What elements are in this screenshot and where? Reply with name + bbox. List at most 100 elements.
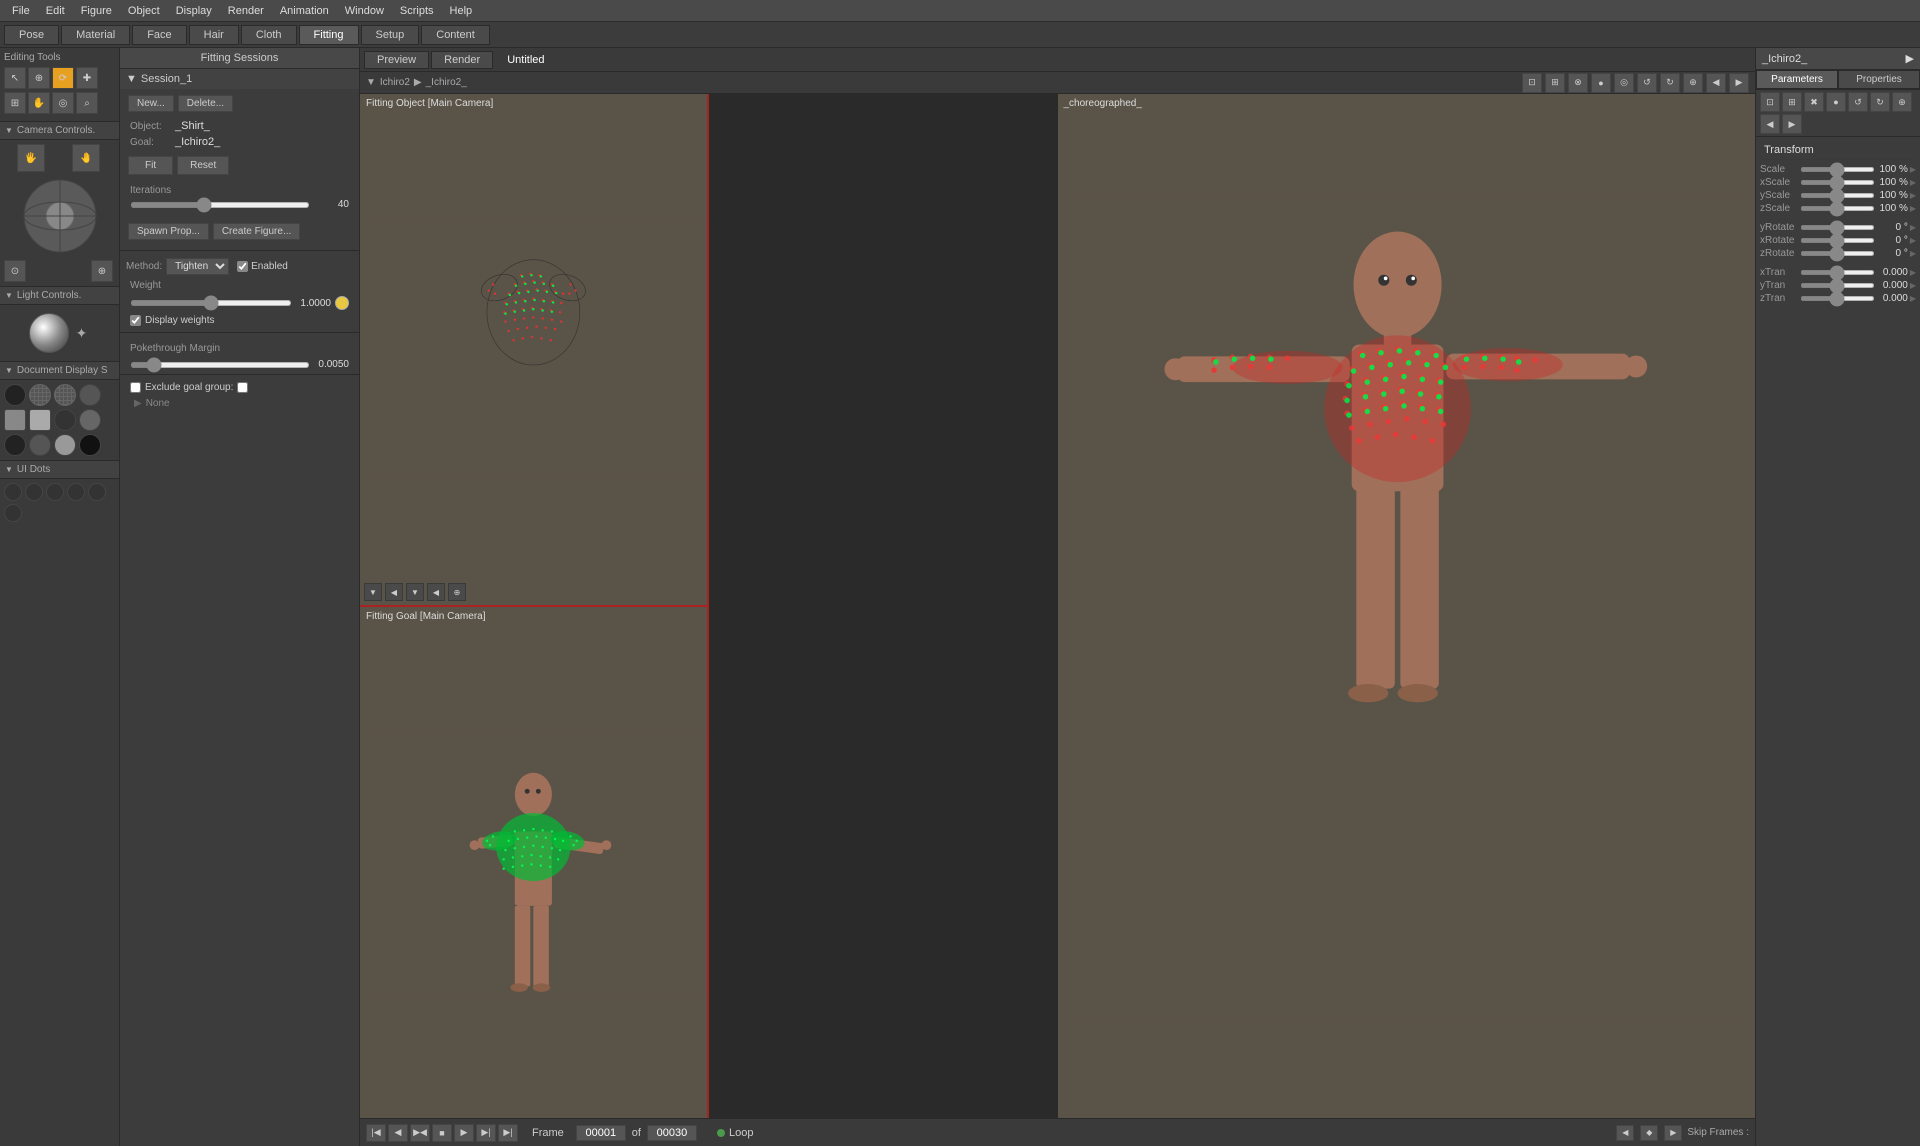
breadcrumb-ichiro2-2[interactable]: _Ichiro2_ [426,77,467,88]
viewport-tab-render[interactable]: Render [431,51,493,69]
method-select[interactable]: Tighten [166,258,229,275]
tab-pose[interactable]: Pose [4,25,59,45]
prop-zscale-arrow[interactable]: ▶ [1910,204,1916,213]
prop-zrotate-arrow[interactable]: ▶ [1910,249,1916,258]
vp-icon-1[interactable]: ▼ [364,583,382,601]
camera-zoom[interactable]: ⊕ [91,260,113,282]
enabled-checkbox[interactable] [237,261,248,272]
prop-yscale-slider[interactable] [1800,193,1875,198]
tool-rotate[interactable]: ⟳ [52,67,74,89]
vp-tool-8[interactable]: ⊕ [1683,73,1703,93]
viewport-top-left[interactable]: Fitting Object [Main Camera] [360,94,709,607]
tab-material[interactable]: Material [61,25,130,45]
menu-object[interactable]: Object [120,3,168,19]
vp-icon-2[interactable]: ◀ [385,583,403,601]
vp-tool-3[interactable]: ⊗ [1568,73,1588,93]
vp-icon-5[interactable]: ⊕ [448,583,466,601]
doc-display-btn-2[interactable] [29,384,51,406]
vp-tool-5[interactable]: ◎ [1614,73,1634,93]
rp-tool-5[interactable]: ↺ [1848,92,1868,112]
prop-ztran-arrow[interactable]: ▶ [1910,294,1916,303]
vp-tool-9[interactable]: ◀ [1706,73,1726,93]
ui-dot-4[interactable] [67,483,85,501]
vp-icon-4[interactable]: ◀ [427,583,445,601]
tool-select[interactable]: ⊕ [28,67,50,89]
light-controls-header[interactable]: ▼ Light Controls. [0,287,119,305]
menu-scripts[interactable]: Scripts [392,3,442,19]
tool-arrow[interactable]: ↖ [4,67,26,89]
prop-yrotate-slider[interactable] [1800,225,1875,230]
new-session-btn[interactable]: New... [128,95,174,112]
vp-icon-3[interactable]: ▼ [406,583,424,601]
prop-xscale-slider[interactable] [1800,180,1875,185]
ui-dot-3[interactable] [46,483,64,501]
rp-tool-2[interactable]: ⊞ [1782,92,1802,112]
ui-dot-1[interactable] [4,483,22,501]
viewport-right[interactable]: _choreographed_ [1058,94,1756,1118]
current-frame[interactable]: 00001 [576,1125,626,1141]
ui-dot-2[interactable] [25,483,43,501]
vp-tool-10[interactable]: ▶ [1729,73,1749,93]
rp-tool-9[interactable]: ▶ [1782,114,1802,134]
tab-hair[interactable]: Hair [189,25,239,45]
doc-display-btn-10[interactable] [29,434,51,456]
doc-display-btn-5[interactable] [4,409,26,431]
doc-display-btn-9[interactable] [4,434,26,456]
spawn-prop-btn[interactable]: Spawn Prop... [128,223,209,240]
doc-display-btn-6[interactable] [29,409,51,431]
prop-scale-slider[interactable] [1800,167,1875,172]
ui-dot-6[interactable] [4,504,22,522]
doc-display-btn-12[interactable] [79,434,101,456]
timeline-play-back-btn[interactable]: ▶◀ [410,1124,430,1142]
menu-figure[interactable]: Figure [73,3,120,19]
doc-display-btn-4[interactable] [79,384,101,406]
menu-display[interactable]: Display [168,3,220,19]
prop-ytran-arrow[interactable]: ▶ [1910,281,1916,290]
pokethru-slider[interactable] [130,362,310,368]
exclude-checkbox[interactable] [130,382,141,393]
prop-scale-arrow[interactable]: ▶ [1910,165,1916,174]
create-figure-btn[interactable]: Create Figure... [213,223,300,240]
doc-display-btn-11[interactable] [54,434,76,456]
doc-display-btn-1[interactable] [4,384,26,406]
tab-content[interactable]: Content [421,25,490,45]
doc-display-header[interactable]: ▼ Document Display S [0,362,119,380]
prop-xrotate-slider[interactable] [1800,238,1875,243]
doc-display-btn-8[interactable] [79,409,101,431]
skip-fwd-btn[interactable]: ▶ [1664,1125,1682,1141]
menu-help[interactable]: Help [442,3,481,19]
prop-ztran-slider[interactable] [1800,296,1875,301]
prop-ytran-slider[interactable] [1800,283,1875,288]
tab-parameters[interactable]: Parameters [1756,70,1838,89]
skip-back-btn[interactable]: ◀ [1616,1125,1634,1141]
tool-morph[interactable]: ◎ [52,92,74,114]
timeline-stop-btn[interactable]: ■ [432,1124,452,1142]
rp-tool-8[interactable]: ◀ [1760,114,1780,134]
tab-setup[interactable]: Setup [361,25,420,45]
tool-scale[interactable]: ⊞ [4,92,26,114]
viewport-bottom-left[interactable]: Fitting Goal [Main Camera] [360,607,709,1118]
tab-fitting[interactable]: Fitting [299,25,359,45]
prop-xtran-slider[interactable] [1800,270,1875,275]
prop-xtran-arrow[interactable]: ▶ [1910,268,1916,277]
right-panel-arrow[interactable]: ▶ [1906,52,1914,65]
prop-xscale-arrow[interactable]: ▶ [1910,178,1916,187]
tool-hand[interactable]: ✋ [28,92,50,114]
camera-left-arm[interactable]: 🖐 [17,144,45,172]
display-weights-checkbox[interactable] [130,315,141,326]
doc-display-btn-3[interactable] [54,384,76,406]
rp-tool-3[interactable]: ✖ [1804,92,1824,112]
exclude-checkbox-2[interactable] [237,382,248,393]
menu-window[interactable]: Window [337,3,392,19]
light-sphere[interactable] [29,313,69,353]
delete-session-btn[interactable]: Delete... [178,95,233,112]
menu-render[interactable]: Render [220,3,272,19]
timeline-step-back-btn[interactable]: ◀ [388,1124,408,1142]
menu-animation[interactable]: Animation [272,3,337,19]
prop-xrotate-arrow[interactable]: ▶ [1910,236,1916,245]
reset-btn[interactable]: Reset [177,156,229,175]
viewport-tab-preview[interactable]: Preview [364,51,429,69]
timeline-step-fwd-btn[interactable]: ▶| [476,1124,496,1142]
tool-magnify[interactable]: ⌕ [76,92,98,114]
menu-file[interactable]: File [4,3,38,19]
